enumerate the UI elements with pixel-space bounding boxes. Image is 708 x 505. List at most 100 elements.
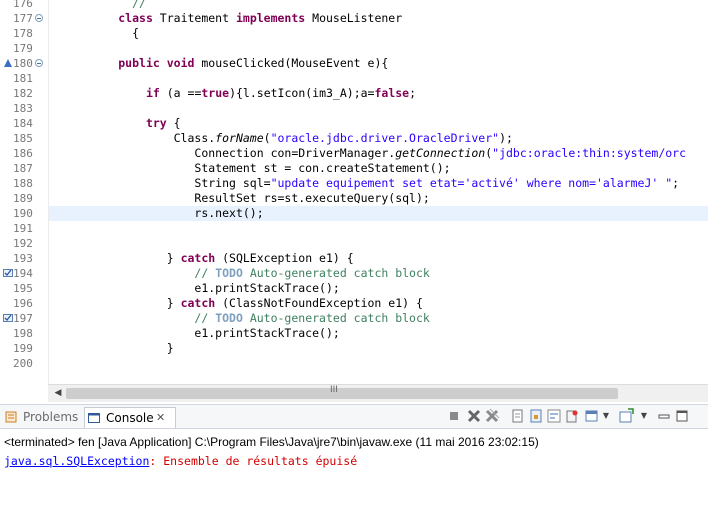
code-keyword: void — [166, 56, 195, 70]
task-marker-icon[interactable] — [3, 313, 13, 323]
line-number: 190 — [0, 206, 48, 221]
line-number: 179 — [0, 41, 48, 56]
code-text: ); — [499, 131, 513, 145]
chevron-down-icon[interactable]: ▼ — [598, 408, 614, 424]
line-number: 199 — [0, 341, 48, 356]
line-number: 181 — [0, 71, 48, 86]
minimize-icon[interactable] — [656, 408, 672, 424]
code-line[interactable]: Statement st = con.createStatement(); — [49, 161, 708, 176]
code-line[interactable]: Connection con=DriverManager.getConnecti… — [49, 146, 708, 161]
task-marker-icon[interactable] — [3, 268, 13, 278]
line-number-text: 182 — [13, 87, 33, 100]
code-line[interactable]: } catch (SQLException e1) { — [49, 251, 708, 266]
code-line[interactable] — [49, 41, 708, 56]
terminate-icon[interactable] — [446, 408, 462, 424]
code-line[interactable] — [49, 101, 708, 116]
line-number: 185 — [0, 131, 48, 146]
code-line[interactable]: class Traitement implements MouseListene… — [49, 11, 708, 26]
code-text: e1.printStackTrace(); — [194, 281, 340, 295]
code-text: { — [49, 26, 140, 40]
tab-problems[interactable]: Problems — [2, 407, 78, 427]
code-keyword: implements — [235, 11, 306, 25]
line-number: 189 — [0, 191, 48, 206]
line-number-text: 189 — [13, 192, 33, 205]
open-console-icon[interactable] — [618, 408, 634, 424]
code-keyword: public — [118, 56, 160, 70]
code-text: e1.printStackTrace(); — [194, 326, 340, 340]
code-line[interactable] — [49, 356, 708, 371]
code-comment: // — [194, 266, 216, 280]
code-text: (SQLException e1) { — [215, 251, 354, 265]
code-text: } — [166, 341, 174, 355]
code-comment: // — [194, 311, 216, 325]
code-line[interactable]: try { — [49, 116, 708, 131]
line-number-text: 185 — [13, 132, 33, 145]
code-line[interactable]: // — [49, 0, 708, 11]
close-icon[interactable]: ✕ — [156, 408, 165, 428]
code-line[interactable] — [49, 71, 708, 86]
code-text: ; — [409, 86, 417, 100]
remove-launch-icon[interactable] — [466, 408, 482, 424]
code-text: Connection con=DriverManager. — [194, 146, 396, 160]
fold-collapse-icon[interactable] — [35, 59, 43, 67]
horizontal-scrollbar[interactable]: ◀ III — [48, 384, 708, 402]
code-line[interactable]: ResultSet rs=st.executeQuery(sql); — [49, 191, 708, 206]
code-line[interactable]: if (a ==true){l.setIcon(im3_A);a=false; — [49, 86, 708, 101]
chevron-down-icon[interactable]: ▼ — [636, 408, 652, 424]
line-number-gutter: 176 177 178 179 180 181 182 183 184 185 … — [0, 0, 49, 384]
pin-console-icon[interactable] — [564, 408, 580, 424]
code-comment: Auto-generated catch block — [242, 311, 430, 325]
line-number: 187 — [0, 161, 48, 176]
code-line[interactable] — [49, 221, 708, 236]
line-number-text: 190 — [13, 207, 33, 220]
code-text: mouseClicked(MouseEvent e){ — [194, 56, 389, 70]
console-output: java.sql.SQLException: Ensemble de résul… — [4, 454, 357, 468]
code-text: MouseListener — [305, 11, 403, 25]
tab-console[interactable]: Console ✕ — [84, 407, 176, 428]
maximize-icon[interactable] — [674, 408, 690, 424]
code-line[interactable]: } catch (ClassNotFoundException e1) { — [49, 296, 708, 311]
line-number-text: 177 — [13, 12, 33, 25]
code-line[interactable]: { — [49, 26, 708, 41]
override-marker-icon[interactable] — [3, 58, 13, 68]
remove-all-terminated-icon[interactable] — [484, 408, 500, 424]
current-code-line[interactable]: rs.next(); — [49, 206, 708, 221]
scrollbar-thumb[interactable]: III — [66, 385, 618, 399]
line-number-text: 193 — [13, 252, 33, 265]
code-line[interactable]: e1.printStackTrace(); — [49, 281, 708, 296]
code-line[interactable]: String sql="update equipement set etat='… — [49, 176, 708, 191]
code-string: "update equipement set etat='activé' whe… — [270, 176, 673, 190]
code-line[interactable]: // TODO Auto-generated catch block — [49, 311, 708, 326]
code-editor[interactable]: 176 177 178 179 180 181 182 183 184 185 … — [0, 0, 708, 384]
line-number-text: 178 — [13, 27, 33, 40]
code-keyword: false — [374, 86, 410, 100]
code-line[interactable]: e1.printStackTrace(); — [49, 326, 708, 341]
code-keyword: true — [201, 86, 230, 100]
tab-problems-label: Problems — [23, 410, 79, 424]
code-text: ResultSet rs=st.executeQuery(sql); — [194, 191, 430, 205]
word-wrap-icon[interactable] — [546, 408, 562, 424]
code-text: Statement st = con.createStatement(); — [194, 161, 451, 175]
line-number: 186 — [0, 146, 48, 161]
scroll-lock-icon[interactable] — [528, 408, 544, 424]
code-line[interactable]: Class.forName("oracle.jdbc.driver.Oracle… — [49, 131, 708, 146]
console-toolbar: ▼ ▼ — [446, 408, 706, 426]
code-line[interactable] — [49, 236, 708, 251]
line-number: 177 — [0, 11, 48, 26]
exception-link[interactable]: java.sql.SQLException — [4, 454, 149, 468]
code-keyword: if — [145, 86, 160, 100]
code-todo-tag: TODO — [215, 311, 243, 325]
code-line[interactable]: public void mouseClicked(MouseEvent e){ — [49, 56, 708, 71]
line-number: 194 — [0, 266, 48, 281]
scroll-left-arrow-icon[interactable]: ◀ — [50, 386, 66, 401]
line-number-text: 196 — [13, 297, 33, 310]
line-number: 200 — [0, 356, 48, 371]
clear-console-icon[interactable] — [510, 408, 526, 424]
line-number-text: 181 — [13, 72, 33, 85]
code-line[interactable]: // TODO Auto-generated catch block — [49, 266, 708, 281]
line-number: 180 — [0, 56, 48, 71]
line-number-text: 194 — [13, 267, 33, 280]
line-number-text: 191 — [13, 222, 33, 235]
code-line[interactable]: } — [49, 341, 708, 356]
fold-collapse-icon[interactable] — [35, 14, 43, 22]
